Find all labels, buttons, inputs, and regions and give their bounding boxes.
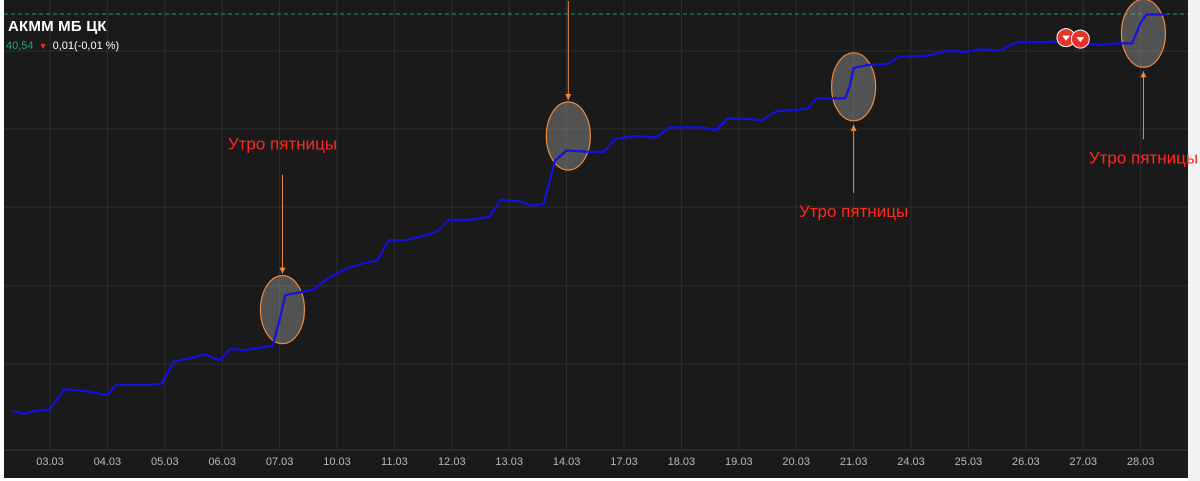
grid	[4, 0, 1188, 451]
price-change: 0,01(-0,01 %)	[52, 40, 120, 52]
last-price: 40,54	[6, 40, 34, 52]
annotation-label: Утро пятницы	[1089, 148, 1198, 167]
markers[interactable]	[1056, 28, 1090, 49]
x-tick-label: 18.03	[668, 456, 696, 468]
x-tick-label: 25.03	[955, 456, 983, 468]
x-tick-label: 27.03	[1069, 456, 1097, 468]
annotation-label: Утро пятницы	[228, 135, 337, 154]
price-series-line	[12, 13, 1167, 415]
annotation-arrowhead	[279, 267, 286, 274]
x-tick-label: 26.03	[1012, 456, 1040, 468]
highlight-ellipse	[830, 52, 877, 122]
quote-line: 40,54 ▼ 0,01(-0,01 %)	[6, 40, 119, 52]
annotation-label: Утро пятницы	[799, 202, 908, 221]
ticker-title: АКММ МБ ЦК	[8, 18, 107, 35]
trade-marker-icon[interactable]	[1070, 29, 1090, 49]
x-tick-label: 28.03	[1127, 456, 1155, 468]
x-tick-label: 13.03	[495, 456, 523, 468]
x-tick-label: 04.03	[94, 456, 122, 468]
x-tick-label: 05.03	[151, 456, 179, 468]
x-tick-label: 11.03	[381, 456, 408, 468]
series-layer	[12, 13, 1167, 415]
x-tick-label: 24.03	[897, 456, 925, 468]
x-tick-label: 20.03	[782, 456, 810, 468]
x-tick-label: 14.03	[553, 456, 581, 468]
x-tick-label: 07.03	[266, 456, 294, 468]
x-axis: 03.03 04.03 05.03 06.03 07.03 10.03 11.03 12.03…	[36, 456, 1154, 468]
x-tick-label: 12.03	[438, 456, 466, 468]
x-tick-label: 03.03	[36, 456, 64, 468]
highlight-ellipse	[545, 101, 591, 171]
x-tick-label: 06.03	[208, 456, 236, 468]
highlights	[259, 0, 1167, 345]
chart-window: Утро пятницыУтро пятницыУтро пятницыУтро…	[0, 0, 1200, 481]
x-tick-label: 21.03	[840, 456, 868, 468]
x-tick-label: 19.03	[725, 456, 753, 468]
x-tick-label: 17.03	[610, 456, 638, 468]
annotation-arrowhead	[1140, 71, 1147, 78]
down-arrow-icon: ▼	[38, 41, 48, 51]
highlight-ellipse	[1120, 0, 1167, 68]
x-tick-label: 10.03	[323, 456, 351, 468]
annotation-arrowhead	[850, 124, 857, 131]
price-chart[interactable]: Утро пятницыУтро пятницыУтро пятницыУтро…	[0, 0, 1200, 481]
